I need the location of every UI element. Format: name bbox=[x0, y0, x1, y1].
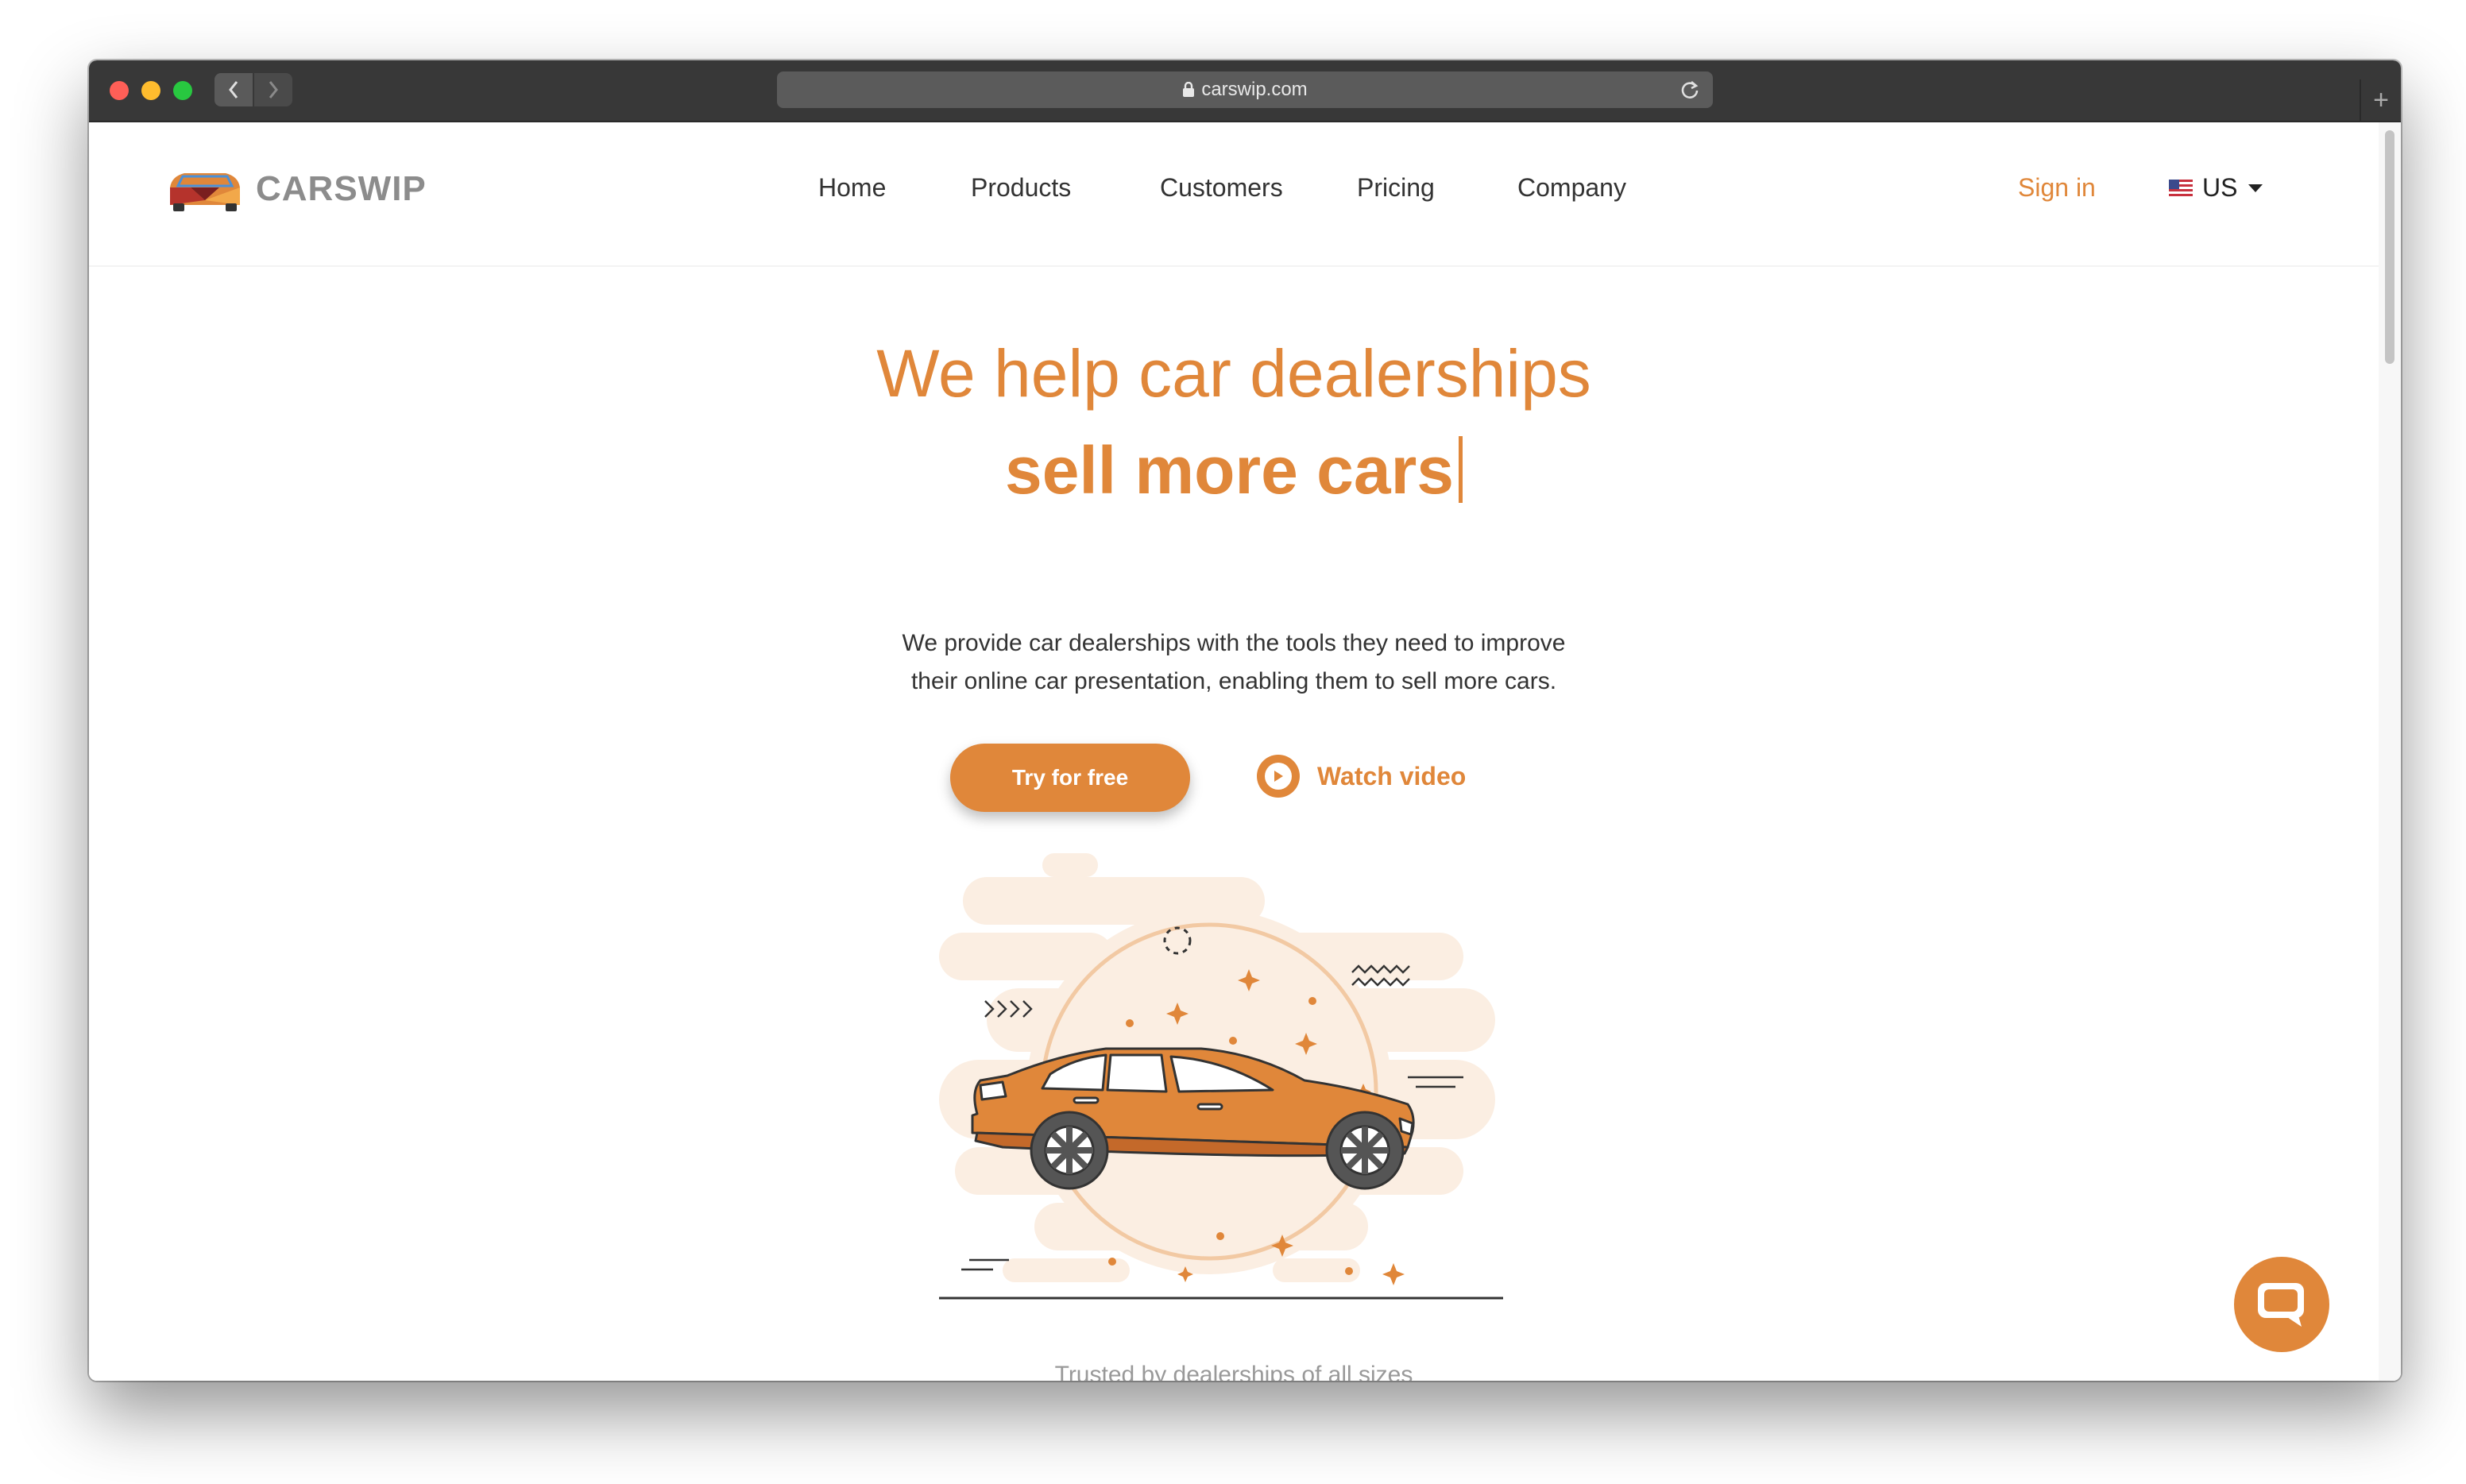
chat-widget-button[interactable] bbox=[2234, 1257, 2329, 1352]
close-window-button[interactable] bbox=[110, 81, 129, 100]
caret-down-icon bbox=[2248, 184, 2263, 192]
chevron-right-icon bbox=[269, 81, 278, 99]
nav-company[interactable]: Company bbox=[1517, 173, 1626, 203]
browser-titlebar: carswip.com + bbox=[89, 60, 2401, 122]
hero-title-line1: We help car dealerships bbox=[876, 336, 1591, 411]
chat-bubble-icon bbox=[2258, 1283, 2304, 1327]
trusted-by-text: Trusted by dealerships of all sizes bbox=[1054, 1362, 1413, 1381]
play-icon bbox=[1257, 755, 1300, 798]
forward-button[interactable] bbox=[254, 73, 292, 106]
hero-description-line2: their online car presentation, enabling … bbox=[910, 668, 1557, 694]
nav-customers[interactable]: Customers bbox=[1160, 173, 1283, 203]
text-cursor bbox=[1459, 436, 1463, 503]
zoom-window-button[interactable] bbox=[173, 81, 192, 100]
browser-window: carswip.com + CARSWIP Home Products Cust… bbox=[89, 60, 2401, 1381]
new-tab-button[interactable]: + bbox=[2360, 79, 2401, 121]
language-label: US bbox=[2202, 173, 2238, 202]
site-header: CARSWIP Home Products Customers Pricing … bbox=[89, 122, 2379, 267]
nav-home[interactable]: Home bbox=[818, 173, 886, 203]
web-page: CARSWIP Home Products Customers Pricing … bbox=[89, 122, 2401, 1381]
car-illustration bbox=[939, 853, 1503, 1300]
lock-icon bbox=[1182, 82, 1195, 98]
language-selector[interactable]: US bbox=[2169, 173, 2263, 203]
address-bar[interactable]: carswip.com bbox=[777, 71, 1713, 108]
carswip-logo[interactable]: CARSWIP bbox=[167, 165, 427, 213]
page-scrollbar[interactable] bbox=[2379, 122, 2401, 1381]
nav-pricing[interactable]: Pricing bbox=[1357, 173, 1435, 203]
car-logo-icon bbox=[170, 173, 240, 211]
chevron-left-icon bbox=[229, 81, 238, 99]
hero-title-line2-text: sell more cars bbox=[1004, 433, 1455, 508]
reload-icon[interactable] bbox=[1679, 79, 1700, 106]
hero-description-line1: We provide car dealerships with the tool… bbox=[902, 630, 1566, 656]
back-button[interactable] bbox=[215, 73, 253, 106]
nav-products[interactable]: Products bbox=[971, 173, 1071, 203]
watch-video-label: Watch video bbox=[1317, 761, 1467, 790]
try-for-free-button[interactable]: Try for free bbox=[950, 744, 1190, 812]
minimize-window-button[interactable] bbox=[141, 81, 160, 100]
hero-title-line2: sell more cars bbox=[89, 432, 2379, 509]
logo-text: CARSWIP bbox=[256, 169, 427, 208]
hero-description: We provide car dealerships with the tool… bbox=[89, 624, 2379, 701]
watch-video-button[interactable]: Watch video bbox=[1257, 755, 1466, 798]
us-flag-icon bbox=[2169, 179, 2193, 197]
scrollbar-thumb[interactable] bbox=[2385, 130, 2394, 364]
plus-icon: + bbox=[2373, 84, 2389, 115]
sign-in-link[interactable]: Sign in bbox=[2018, 173, 2096, 203]
url-text: carswip.com bbox=[1201, 79, 1308, 100]
